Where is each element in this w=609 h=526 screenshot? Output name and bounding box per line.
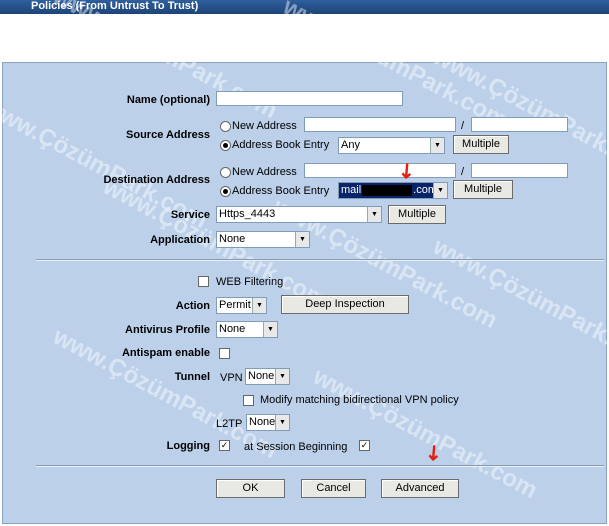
destination-new-address-ip-input[interactable] <box>304 163 456 178</box>
destination-new-address-radio[interactable] <box>220 167 231 178</box>
source-slash: / <box>461 120 465 132</box>
source-multiple-button[interactable]: Multiple <box>453 135 509 154</box>
vpn-label: VPN <box>220 372 243 384</box>
application-label: Application <box>150 234 210 246</box>
chevron-down-icon: ▼ <box>433 183 447 198</box>
source-address-book-label: Address Book Entry <box>232 139 330 151</box>
web-filtering-checkbox[interactable] <box>198 276 209 287</box>
action-select[interactable]: Permit ▼ <box>216 297 267 314</box>
advanced-button[interactable]: Advanced <box>381 479 459 498</box>
deep-inspection-button[interactable]: Deep Inspection <box>281 295 409 314</box>
source-new-address-mask-input[interactable] <box>471 117 568 132</box>
chevron-down-icon: ▼ <box>430 138 444 153</box>
session-beginning-checkbox[interactable]: ✓ <box>359 440 370 451</box>
l2tp-select[interactable]: None ▼ <box>246 414 290 431</box>
modify-bidirectional-vpn-label: Modify matching bidirectional VPN policy <box>260 394 459 406</box>
ok-button[interactable]: OK <box>216 479 285 498</box>
session-beginning-label: at Session Beginning <box>244 441 348 453</box>
logging-checkbox[interactable]: ✓ <box>219 440 230 451</box>
page-title: Policies (From Untrust To Trust) <box>31 0 199 12</box>
destination-address-label: Destination Address <box>103 174 210 186</box>
chevron-down-icon: ▼ <box>275 369 289 384</box>
service-multiple-button[interactable]: Multiple <box>388 205 446 224</box>
chevron-down-icon: ▼ <box>263 322 277 337</box>
destination-new-address-label: New Address <box>232 166 297 178</box>
destination-slash: / <box>461 166 465 178</box>
divider <box>36 259 604 261</box>
name-input[interactable] <box>216 91 403 106</box>
antispam-enable-label: Antispam enable <box>121 347 210 359</box>
chevron-down-icon: ▼ <box>295 232 309 247</box>
antivirus-profile-select[interactable]: None ▼ <box>216 321 278 338</box>
antispam-enable-checkbox[interactable] <box>219 348 230 359</box>
cancel-button[interactable]: Cancel <box>301 479 366 498</box>
logging-label: Logging <box>166 440 210 452</box>
redacted-block <box>362 184 413 196</box>
l2tp-label: L2TP <box>216 418 243 430</box>
chevron-down-icon: ▼ <box>275 415 289 430</box>
destination-new-address-mask-input[interactable] <box>471 163 568 178</box>
tunnel-label: Tunnel <box>174 371 210 383</box>
name-label: Name (optional) <box>126 94 210 106</box>
service-label: Service <box>170 209 210 221</box>
title-bar: Policies (From Untrust To Trust) <box>0 0 609 14</box>
source-new-address-label: New Address <box>232 120 297 132</box>
destination-address-book-radio[interactable] <box>220 186 231 197</box>
source-address-label: Source Address <box>126 129 210 141</box>
source-address-select[interactable]: Any ▼ <box>338 137 445 154</box>
modify-bidirectional-vpn-checkbox[interactable] <box>243 395 254 406</box>
destination-multiple-button[interactable]: Multiple <box>453 180 513 199</box>
source-new-address-ip-input[interactable] <box>304 117 456 132</box>
web-filtering-label: WEB Filtering <box>216 276 284 288</box>
source-address-book-radio[interactable] <box>220 140 231 151</box>
vpn-select[interactable]: None ▼ <box>245 368 290 385</box>
application-select[interactable]: None ▼ <box>216 231 310 248</box>
antivirus-profile-label: Antivirus Profile <box>125 324 210 336</box>
destination-address-select[interactable]: mail .com ▼ <box>338 182 448 199</box>
divider <box>36 465 604 467</box>
service-select[interactable]: Https_4443 ▼ <box>216 206 382 223</box>
chevron-down-icon: ▼ <box>252 298 266 313</box>
chevron-down-icon: ▼ <box>367 207 381 222</box>
destination-address-book-label: Address Book Entry <box>232 185 330 197</box>
action-label: Action <box>175 300 210 312</box>
source-new-address-radio[interactable] <box>220 121 231 132</box>
